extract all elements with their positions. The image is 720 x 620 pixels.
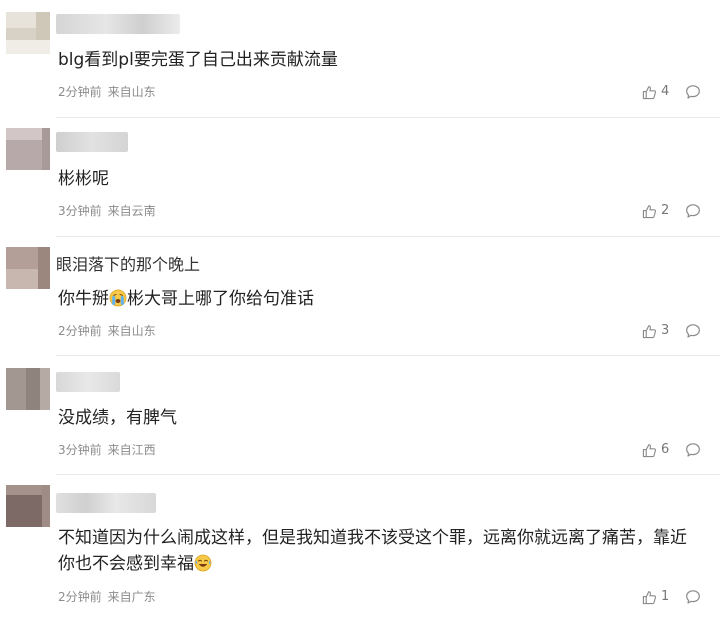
- reply-button[interactable]: [685, 589, 701, 605]
- speech-bubble-icon: [685, 84, 701, 100]
- avatar[interactable]: [6, 128, 50, 170]
- laughing-crying-face-emoji: [194, 554, 212, 572]
- comment-item: 不知道因为什么闹成这样，但是我知道我不该受这个罪，远离你就远离了痛苦，靠近你也不…: [0, 475, 720, 620]
- username-blurred[interactable]: [56, 372, 120, 392]
- like-count: 4: [661, 84, 670, 99]
- comment-item: 没成绩，有脾气 3分钟前 来自江西 6: [0, 356, 720, 475]
- comment-time: 2分钟前: [58, 324, 102, 338]
- comment-location: 来自江西: [107, 443, 156, 457]
- avatar[interactable]: [6, 247, 50, 289]
- comment-time: 2分钟前: [58, 590, 102, 604]
- thumbs-up-icon: [642, 443, 657, 458]
- avatar[interactable]: [6, 12, 50, 54]
- speech-bubble-icon: [685, 589, 701, 605]
- comment-text-part: 你牛掰: [58, 289, 109, 309]
- thumbs-up-icon: [642, 204, 657, 219]
- reply-button[interactable]: [685, 84, 701, 100]
- thumbs-up-icon: [642, 590, 657, 605]
- comment-location: 来自山东: [107, 85, 156, 99]
- comment-location: 来自云南: [107, 204, 156, 218]
- speech-bubble-icon: [685, 203, 701, 219]
- comment-meta: 2分钟前 来自山东: [58, 84, 156, 100]
- comment-location: 来自山东: [107, 324, 156, 338]
- comment-text-part: 彬大哥上哪了你给句准话: [127, 289, 314, 309]
- comment-time: 3分钟前: [58, 443, 102, 457]
- like-button[interactable]: 4: [642, 84, 669, 100]
- avatar[interactable]: [6, 368, 50, 410]
- like-count: 6: [661, 442, 670, 457]
- like-button[interactable]: 3: [642, 323, 669, 339]
- comment-text: 彬彬呢: [58, 169, 109, 189]
- reply-button[interactable]: [685, 203, 701, 219]
- comment-text-part: 不知道因为什么闹成这样，但是我知道我不该受这个罪，远离你就远离了痛苦，靠近你也不…: [58, 528, 687, 574]
- comment-text: 你牛掰 彬大哥上哪了你给句准话: [58, 286, 698, 312]
- comment-text: 没成绩，有脾气: [58, 408, 177, 428]
- username-blurred[interactable]: [56, 132, 128, 152]
- avatar[interactable]: [6, 485, 50, 527]
- comment-item: blg看到pl要完蛋了自己出来贡献流量 2分钟前 来自山东 4: [0, 0, 720, 118]
- reply-button[interactable]: [685, 442, 701, 458]
- like-button[interactable]: 2: [642, 203, 669, 219]
- comment-item: 眼泪落下的那个晚上 你牛掰 彬大哥上哪了你给句准话 2分钟前 来自山东 3: [0, 237, 720, 356]
- comment-text: blg看到pl要完蛋了自己出来贡献流量: [58, 50, 338, 70]
- comment-time: 2分钟前: [58, 85, 102, 99]
- comment-meta: 3分钟前 来自云南: [58, 203, 156, 219]
- comment-meta: 2分钟前 来自山东: [58, 323, 156, 339]
- like-button[interactable]: 1: [642, 589, 669, 605]
- like-count: 2: [661, 203, 670, 218]
- comment-meta: 3分钟前 来自江西: [58, 442, 156, 458]
- username-blurred[interactable]: [56, 493, 156, 513]
- comment-time: 3分钟前: [58, 204, 102, 218]
- thumbs-up-icon: [642, 324, 657, 339]
- thumbs-up-icon: [642, 85, 657, 100]
- speech-bubble-icon: [685, 442, 701, 458]
- comment-meta: 2分钟前 来自广东: [58, 589, 156, 605]
- comment-item: 彬彬呢 3分钟前 来自云南 2: [0, 118, 720, 237]
- crying-face-emoji: [109, 289, 127, 307]
- comment-location: 来自广东: [107, 590, 156, 604]
- like-count: 3: [661, 323, 670, 338]
- username-blurred[interactable]: [56, 14, 180, 34]
- username[interactable]: 眼泪落下的那个晚上: [56, 255, 200, 275]
- reply-button[interactable]: [685, 323, 701, 339]
- like-button[interactable]: 6: [642, 442, 669, 458]
- like-count: 1: [661, 589, 670, 604]
- speech-bubble-icon: [685, 323, 701, 339]
- comment-text: 不知道因为什么闹成这样，但是我知道我不该受这个罪，远离你就远离了痛苦，靠近你也不…: [58, 525, 698, 577]
